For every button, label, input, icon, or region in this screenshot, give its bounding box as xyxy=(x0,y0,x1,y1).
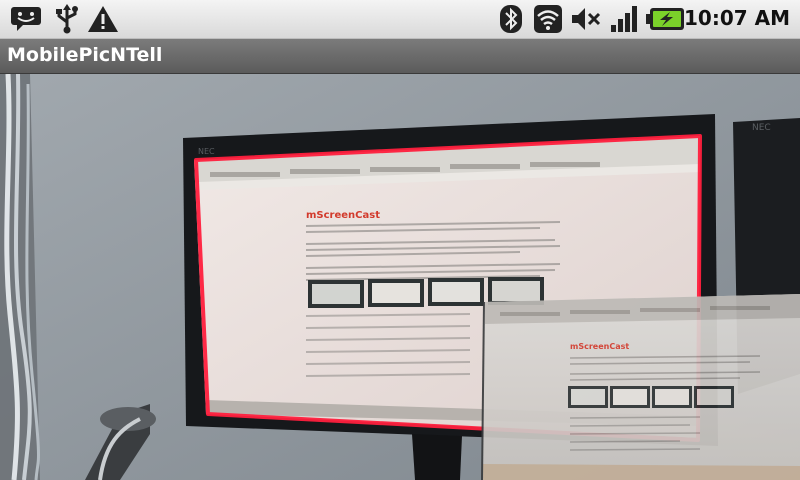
usb-icon[interactable] xyxy=(52,4,82,34)
warning-icon[interactable] xyxy=(86,4,120,34)
camera-viewfinder[interactable]: NEC NEC mScreenCast mScreenCast xyxy=(0,74,800,480)
battery-charging-icon xyxy=(646,4,686,34)
monitor-stand xyxy=(412,434,462,480)
app-title-bar: MobilePicNTell xyxy=(0,39,800,74)
preview-page-heading: mScreenCast xyxy=(570,342,629,351)
notification-icon[interactable] xyxy=(8,4,44,34)
monitor-brand: NEC xyxy=(198,147,215,156)
wifi-icon xyxy=(533,4,563,34)
bluetooth-icon xyxy=(498,4,524,34)
captured-page-heading: mScreenCast xyxy=(306,210,380,221)
app-title: MobilePicNTell xyxy=(7,44,163,66)
status-bar: 10:07 AM xyxy=(0,0,800,39)
status-clock: 10:07 AM xyxy=(683,6,790,30)
second-monitor-brand: NEC xyxy=(752,123,771,133)
muted-icon xyxy=(569,4,603,34)
rectified-preview: mScreenCast xyxy=(481,294,800,480)
camera-frame: NEC NEC mScreenCast mScreenCast xyxy=(0,74,800,480)
signal-icon xyxy=(608,4,642,34)
